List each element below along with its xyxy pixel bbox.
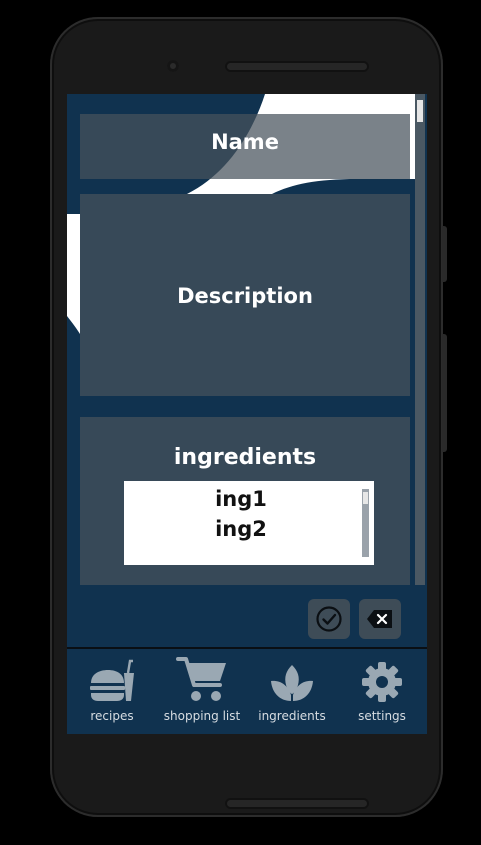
nav-item-recipes[interactable]: recipes bbox=[67, 649, 157, 734]
backspace-icon bbox=[367, 610, 392, 628]
list-item[interactable]: ing2 bbox=[124, 514, 358, 544]
speaker-top bbox=[225, 61, 369, 72]
confirm-button[interactable] bbox=[308, 599, 350, 639]
gear-icon bbox=[362, 662, 402, 702]
ingredients-scrollbar[interactable] bbox=[362, 489, 369, 557]
food-icon bbox=[90, 659, 134, 701]
description-label: Description bbox=[177, 284, 313, 308]
ingredients-label: ingredients bbox=[173, 445, 317, 470]
nav-item-ingredients[interactable]: ingredients bbox=[247, 649, 337, 734]
cart-icon bbox=[176, 657, 226, 701]
app-screen: Name Description ingredients ing1 ing2 r… bbox=[67, 94, 427, 734]
leaf-icon bbox=[271, 665, 313, 701]
description-field[interactable]: Description bbox=[80, 194, 410, 396]
volume-button bbox=[442, 226, 447, 282]
form-scroll-thumb[interactable] bbox=[417, 100, 423, 122]
form-scrollbar[interactable] bbox=[415, 94, 425, 585]
nav-item-settings[interactable]: settings bbox=[337, 649, 427, 734]
name-field[interactable]: Name bbox=[80, 114, 410, 179]
camera-icon bbox=[167, 60, 179, 72]
nav-label-ingredients: ingredients bbox=[258, 709, 326, 723]
clear-button[interactable] bbox=[359, 599, 401, 639]
nav-label-settings: settings bbox=[358, 709, 406, 723]
nav-label-shopping-list: shopping list bbox=[163, 709, 241, 723]
nav-label-recipes: recipes bbox=[90, 709, 134, 723]
power-button bbox=[442, 334, 447, 452]
name-label: Name bbox=[211, 130, 279, 154]
ingredients-scroll-thumb[interactable] bbox=[363, 492, 368, 504]
ingredients-list[interactable]: ing1 ing2 bbox=[124, 481, 374, 565]
speaker-bottom bbox=[225, 798, 369, 809]
nav-item-shopping-list[interactable]: shopping list bbox=[157, 649, 247, 734]
list-item[interactable]: ing1 bbox=[124, 484, 358, 514]
check-circle-icon bbox=[316, 606, 342, 632]
ingredients-section: ingredients ing1 ing2 bbox=[80, 417, 410, 585]
bottom-nav: recipes shopping list ingredients settin… bbox=[67, 647, 427, 734]
